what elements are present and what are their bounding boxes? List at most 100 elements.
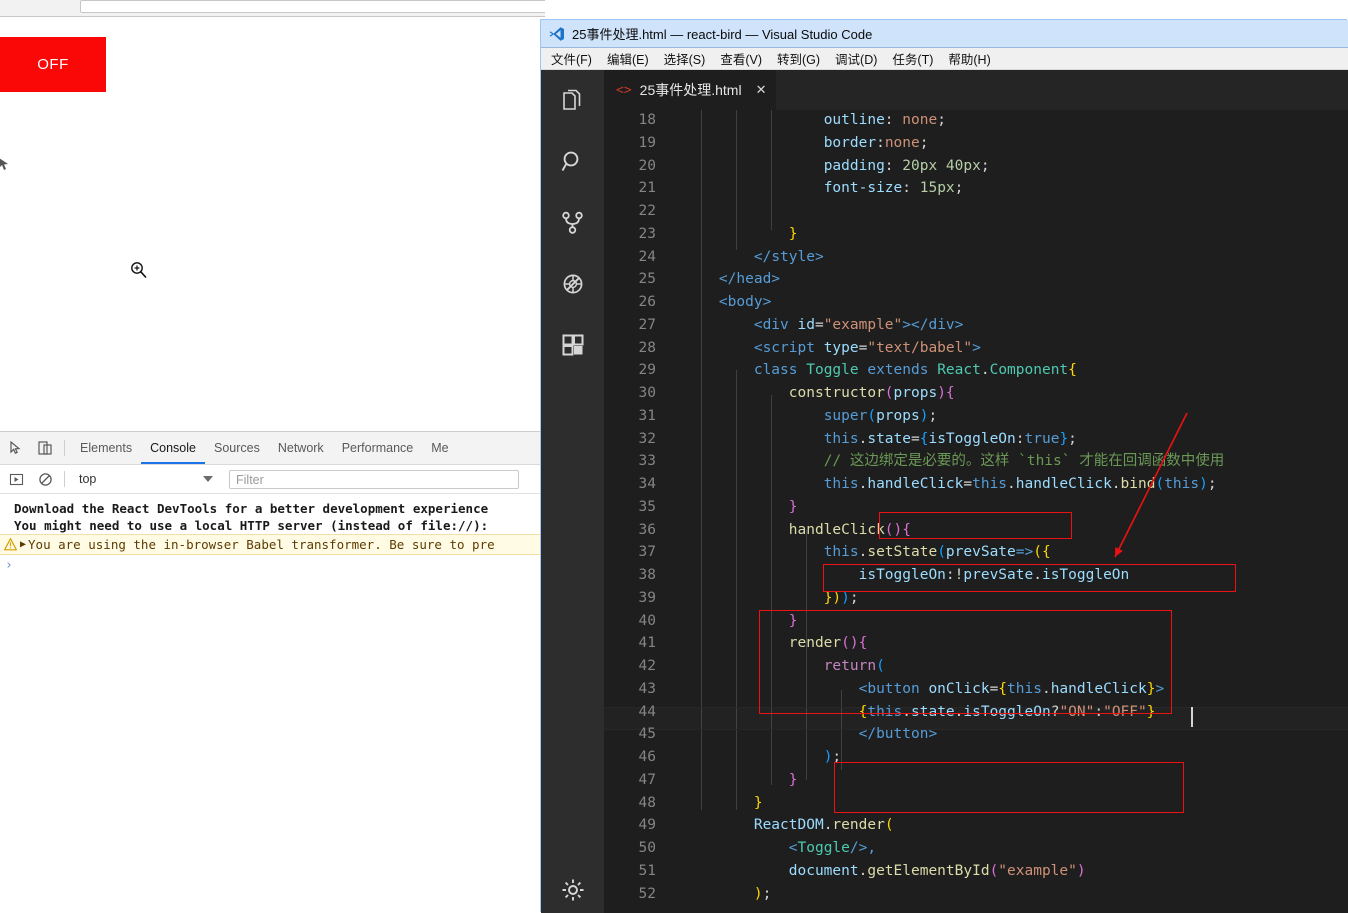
code-line[interactable]: this.handleClick=this.handleClick.bind(t… bbox=[684, 473, 1217, 496]
menu-help[interactable]: 帮助(H) bbox=[948, 49, 990, 68]
tab-25事件处理-html[interactable]: <> 25事件处理.html ✕ bbox=[604, 70, 778, 110]
code-line[interactable]: <script type="text/babel"> bbox=[684, 337, 981, 360]
sidebar-item-explorer[interactable] bbox=[541, 70, 604, 131]
expand-triangle-icon[interactable]: ▶ bbox=[20, 539, 26, 550]
filter-input[interactable]: Filter bbox=[229, 469, 519, 489]
context-selector[interactable]: top bbox=[79, 472, 219, 486]
console-warning[interactable]: ▶ You are using the in-browser Babel tra… bbox=[0, 534, 545, 555]
menu-view[interactable]: 查看(V) bbox=[720, 49, 762, 68]
console-prompt[interactable]: › bbox=[0, 555, 545, 573]
code-line[interactable]: </head> bbox=[684, 268, 780, 291]
code-line[interactable]: <div id="example"></div> bbox=[684, 314, 964, 337]
tab-sources[interactable]: Sources bbox=[205, 433, 269, 464]
extensions-icon bbox=[562, 334, 583, 355]
code-line[interactable]: border:none; bbox=[684, 132, 929, 155]
code-editor[interactable]: 18 outline: none; 19 border:none; 20 paddi… bbox=[604, 110, 1348, 913]
code-line[interactable]: {this.state.isToggleOn?"ON":"OFF"} bbox=[684, 701, 1156, 724]
code-line[interactable]: } bbox=[684, 610, 798, 633]
menu-go[interactable]: 转到(G) bbox=[777, 49, 820, 68]
tab-performance[interactable]: Performance bbox=[333, 433, 423, 464]
code-line[interactable]: })); bbox=[684, 587, 859, 610]
line-number: 44 bbox=[638, 703, 656, 720]
code-line[interactable]: </button> bbox=[684, 723, 938, 746]
sidebar-item-search[interactable] bbox=[541, 131, 604, 192]
sidebar-item-manage[interactable] bbox=[541, 859, 604, 913]
code-line[interactable]: return( bbox=[684, 655, 885, 678]
sidebar-item-extensions[interactable] bbox=[541, 314, 604, 375]
console-output: Download the React DevTools for a better… bbox=[0, 494, 545, 573]
code-token: Toggle bbox=[797, 840, 850, 856]
code-token: </button> bbox=[858, 726, 938, 743]
code-line[interactable]: </style> bbox=[684, 246, 824, 269]
code-line[interactable]: padding: 20px 40px; bbox=[684, 155, 990, 178]
close-icon[interactable]: ✕ bbox=[756, 82, 767, 98]
code-line[interactable]: ); bbox=[684, 746, 841, 769]
code-token: ( bbox=[884, 817, 894, 834]
code-line[interactable]: <body> bbox=[684, 291, 771, 314]
code-line[interactable]: this.state={isToggleOn:true}; bbox=[684, 428, 1077, 451]
code-token: "example" bbox=[998, 862, 1077, 879]
inspect-element-icon[interactable] bbox=[3, 435, 29, 461]
code-token: this bbox=[823, 476, 859, 492]
code-line[interactable]: handleClick(){ bbox=[684, 519, 911, 542]
code-token: </head> bbox=[718, 271, 781, 288]
browser-toolbar bbox=[0, 0, 545, 17]
toggle-button[interactable]: OFF bbox=[0, 37, 106, 92]
line-number: 19 bbox=[638, 134, 656, 151]
code-line[interactable]: document.getElementById("example") bbox=[684, 860, 1086, 883]
menu-tasks[interactable]: 任务(T) bbox=[892, 49, 933, 68]
code-token: none bbox=[884, 134, 920, 151]
tab-network[interactable]: Network bbox=[269, 433, 333, 464]
code-token: { bbox=[945, 385, 955, 401]
clear-console-icon[interactable] bbox=[32, 466, 58, 492]
code-line[interactable]: } bbox=[684, 769, 798, 792]
line-number: 48 bbox=[638, 794, 656, 811]
code-line[interactable]: ); bbox=[684, 883, 771, 906]
code-token: } bbox=[788, 771, 798, 788]
menu-edit[interactable]: 编辑(E) bbox=[607, 49, 649, 68]
code-line[interactable]: class Toggle extends React.Component{ bbox=[684, 359, 1077, 382]
code-line[interactable]: <Toggle/>, bbox=[684, 837, 876, 860]
code-line[interactable]: } bbox=[684, 792, 763, 815]
tab-memory[interactable]: Me bbox=[422, 433, 457, 464]
code-line[interactable]: // 这边绑定是必要的。这样 `this` 才能在回调函数中使用 bbox=[684, 450, 1225, 473]
code-token: this bbox=[867, 703, 903, 720]
sidebar-item-source-control[interactable] bbox=[541, 192, 604, 253]
code-line[interactable]: constructor(props){ bbox=[684, 382, 955, 405]
code-token: () bbox=[884, 521, 903, 538]
code-token: . bbox=[980, 362, 990, 379]
code-line[interactable]: } bbox=[684, 223, 798, 246]
code-line[interactable]: outline: none; bbox=[684, 110, 946, 132]
code-token: extends bbox=[867, 362, 929, 379]
code-line[interactable]: isToggleOn:!prevSate.isToggleOn bbox=[684, 564, 1130, 587]
device-toolbar-icon[interactable] bbox=[32, 435, 58, 461]
menu-file[interactable]: 文件(F) bbox=[551, 49, 592, 68]
address-bar[interactable] bbox=[80, 0, 545, 13]
menu-debug[interactable]: 调试(D) bbox=[835, 49, 877, 68]
code-token: } bbox=[788, 612, 798, 629]
code-token: handleClick bbox=[788, 521, 885, 538]
tab-elements[interactable]: Elements bbox=[71, 433, 141, 464]
code-line[interactable]: } bbox=[684, 496, 798, 519]
tab-console[interactable]: Console bbox=[141, 433, 205, 464]
code-line[interactable]: <button onClick={this.handleClick}> bbox=[684, 678, 1165, 701]
code-token: ReactDOM bbox=[753, 817, 824, 834]
execute-icon[interactable] bbox=[3, 466, 29, 492]
code-token: isToggleOn bbox=[928, 430, 1016, 447]
code-token: constructor bbox=[788, 385, 885, 401]
source-control-icon bbox=[561, 211, 583, 234]
code-line[interactable]: this.setState(prevSate=>({ bbox=[684, 541, 1051, 564]
sidebar-item-debug[interactable] bbox=[541, 253, 604, 314]
code-line[interactable]: super(props); bbox=[684, 405, 938, 428]
gear-icon bbox=[562, 879, 583, 900]
menu-selection[interactable]: 选择(S) bbox=[664, 49, 706, 68]
code-line[interactable]: ReactDOM.render( bbox=[684, 814, 894, 837]
code-line[interactable]: font-size: 15px; bbox=[684, 177, 964, 200]
code-line[interactable]: render(){ bbox=[684, 632, 868, 655]
